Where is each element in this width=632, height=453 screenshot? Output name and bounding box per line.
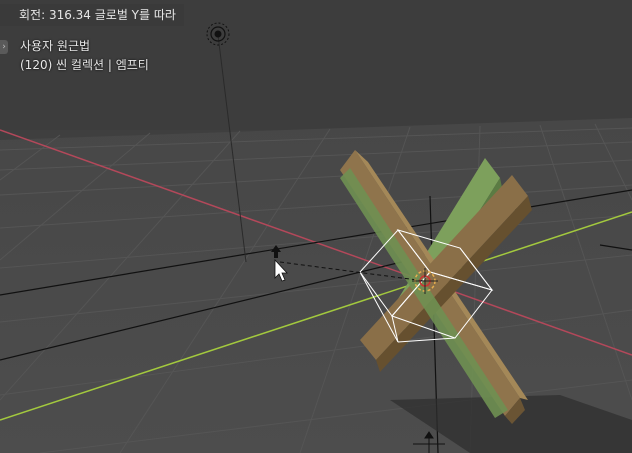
3d-viewport[interactable]: 회전: 316.34 글로벌 Y를 따라 › 사용자 원근법 (120) 씬 컬… <box>0 0 632 453</box>
view-mode-label: 사용자 원근법 <box>20 39 91 53</box>
chevron-right-icon[interactable]: › <box>0 40 8 54</box>
scene-info-label: (120) 씬 컬렉션 | 엠프티 <box>20 58 149 72</box>
operation-status-text: 회전: 316.34 글로벌 Y를 따라 <box>19 8 176 22</box>
operation-status-bar: 회전: 316.34 글로벌 Y를 따라 <box>0 4 184 26</box>
